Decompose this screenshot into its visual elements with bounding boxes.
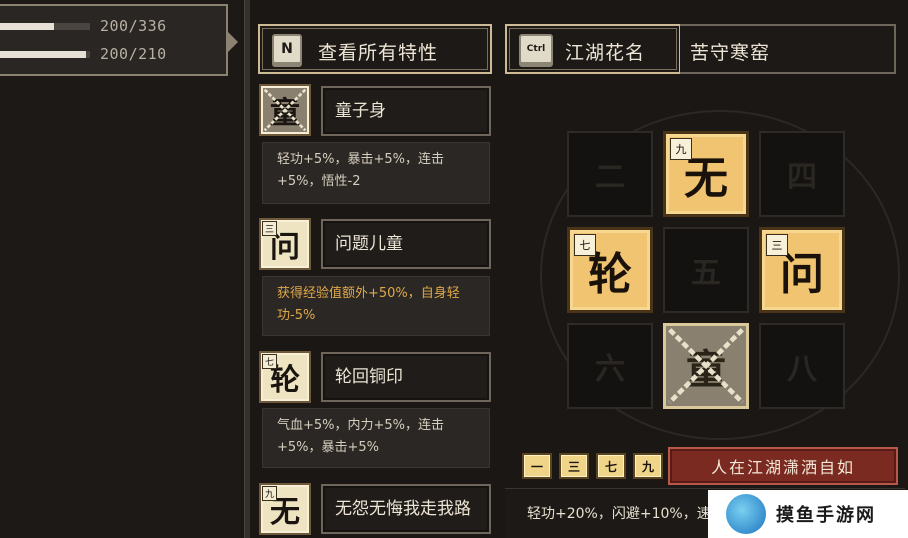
grid-cell-1[interactable]: 二 (567, 131, 653, 217)
grid-cell-5[interactable]: 五 (663, 227, 749, 313)
combo-title: 人在江湖潇洒自如 (710, 458, 855, 477)
grid-cell-num-badge: 三 (766, 234, 788, 256)
trait-desc-3: 气血+5%，内力+5%，连击+5%，暴击+5% (262, 408, 490, 468)
grid-cell-glyph: 五 (691, 256, 721, 291)
stat-text-1: 200/336 (100, 17, 167, 35)
trait-desc-2: 获得经验值额外+50%，自身轻功-5% (262, 276, 490, 336)
trait-name-box-3[interactable]: 轮回铜印 (321, 352, 491, 402)
left-panel (0, 0, 240, 538)
jianghu-name-label: 江湖花名 (565, 42, 646, 64)
grid-cell-8[interactable]: 童 (663, 323, 749, 409)
grid-cell-7[interactable]: 六 (567, 323, 653, 409)
combo-chip[interactable]: 三 (559, 453, 589, 479)
trait-name-box-2[interactable]: 问题儿童 (321, 219, 491, 269)
trait-icon-tongzishen[interactable]: 童 (259, 84, 311, 136)
trait-num-badge: 七 (262, 354, 277, 369)
trait-desc-1: 轻功+5%，暴击+5%，连击+5%，悟性-2 (262, 142, 490, 204)
grid-cell-3[interactable]: 四 (759, 131, 845, 217)
stat-text-2: 200/210 (100, 45, 167, 63)
view-all-traits-label: 查看所有特性 (318, 42, 439, 64)
grid-cell-6[interactable]: 问三 (759, 227, 845, 313)
trait-name: 问题儿童 (335, 234, 403, 254)
trait-name: 童子身 (335, 101, 386, 121)
trait-name-box-4[interactable]: 无怨无悔我走我路 (321, 484, 491, 534)
combo-chip[interactable]: 一 (522, 453, 552, 479)
key-n-icon: N (272, 34, 302, 64)
collapse-arrow-icon[interactable] (226, 30, 238, 54)
grid-cell-glyph: 童 (686, 346, 726, 393)
stat-bar-2-fill (0, 51, 86, 58)
trait-name-box-1[interactable]: 童子身 (321, 86, 491, 136)
stats-box: 200/336 200/210 (0, 4, 228, 76)
trait-num-badge: 九 (262, 486, 277, 501)
grid-cell-num-badge: 九 (670, 138, 692, 160)
grid-cell-glyph: 八 (787, 352, 817, 387)
stat-bar-1 (0, 23, 90, 30)
trait-icon-wentiertong[interactable]: 三 问 (259, 218, 311, 270)
trait-num-badge: 三 (262, 221, 277, 236)
grid-cell-glyph: 六 (595, 352, 625, 387)
jianghu-name-value: 苦守寒窑 (690, 42, 771, 64)
grid-cell-num-badge: 七 (574, 234, 596, 256)
jianghu-name-value-box: 苦守寒窑 (680, 24, 896, 74)
key-ctrl-icon: Ctrl (519, 34, 553, 64)
grid-cell-2[interactable]: 无九 (663, 131, 749, 217)
combo-chip[interactable]: 七 (596, 453, 626, 479)
stat-bar-2 (0, 51, 90, 58)
watermark-logo-icon (726, 494, 766, 534)
jianghu-name-button[interactable]: Ctrl 江湖花名 (505, 24, 681, 74)
watermark: 摸鱼手游网 (708, 490, 908, 538)
trait-icon-wuyuanwuhui[interactable]: 九 无 (259, 483, 311, 535)
trait-icon-lunhuitongyin[interactable]: 七 轮 (259, 351, 311, 403)
stat-bar-1-fill (0, 23, 54, 30)
trait-name: 无怨无悔我走我路 (335, 499, 471, 519)
trait-name: 轮回铜印 (335, 367, 403, 387)
grid-cell-9[interactable]: 八 (759, 323, 845, 409)
grid-cell-glyph: 二 (595, 160, 625, 195)
combo-banner[interactable]: 人在江湖潇洒自如 (668, 447, 898, 485)
grid-cell-4[interactable]: 轮七 (567, 227, 653, 313)
panel-divider (244, 0, 250, 538)
trait-glyph: 童 (270, 96, 300, 131)
combo-chip[interactable]: 九 (633, 453, 663, 479)
view-all-traits-button[interactable]: N 查看所有特性 (258, 24, 492, 74)
watermark-text: 摸鱼手游网 (776, 505, 876, 526)
grid-cell-glyph: 四 (787, 160, 817, 195)
